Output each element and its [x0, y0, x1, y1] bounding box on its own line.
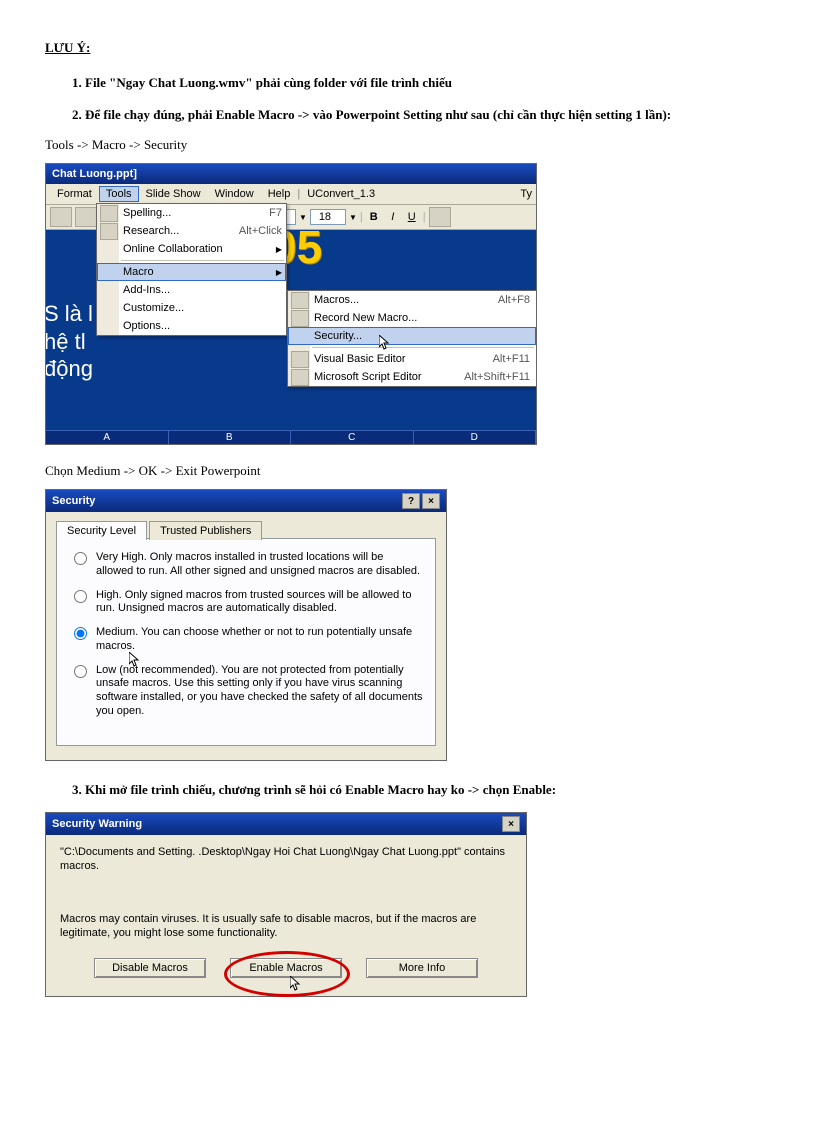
toolbar-ty-label: Ty	[520, 188, 532, 200]
page-heading: LƯU Ý:	[45, 40, 771, 56]
security-titlebar: Security ? ×	[46, 490, 446, 512]
notes-list-2: Khi mở file trình chiếu, chương trình sẽ…	[45, 781, 771, 799]
opt-medium[interactable]: Medium. You can choose whether or not to…	[69, 626, 423, 654]
macro-script-editor[interactable]: Microsoft Script EditorAlt+Shift+F11	[288, 368, 536, 386]
security-pane: Very High. Only macros installed in trus…	[56, 538, 436, 746]
tab-security-level[interactable]: Security Level	[56, 521, 147, 540]
menu-tools[interactable]: Tools	[99, 186, 139, 202]
ppt-titlebar: Chat Luong.ppt]	[46, 164, 536, 184]
opt-very-high[interactable]: Very High. Only macros installed in trus…	[69, 551, 423, 579]
ppt-scale-row: A B C D	[46, 430, 536, 444]
macro-record[interactable]: Record New Macro...	[288, 309, 536, 327]
menu-path-hint: Tools -> Macro -> Security	[45, 137, 771, 153]
scale-cell: D	[414, 431, 537, 444]
close-button[interactable]: ×	[422, 493, 440, 509]
scale-cell: B	[169, 431, 292, 444]
toolbar-icon[interactable]	[75, 207, 97, 227]
opt-high[interactable]: High. Only signed macros from trusted so…	[69, 589, 423, 617]
scale-cell: A	[46, 431, 169, 444]
close-button[interactable]: ×	[502, 816, 520, 832]
opt-low[interactable]: Low (not recommended). You are not prote…	[69, 664, 423, 719]
notes-list: File "Ngay Chat Luong.wmv" phải cùng fol…	[45, 74, 771, 123]
slide-text: S là l	[45, 300, 93, 328]
record-icon	[291, 310, 309, 327]
italic-button[interactable]: I	[385, 211, 401, 223]
macro-security[interactable]: Security...	[288, 327, 536, 345]
warning-path-text: "C:\Documents and Setting. .Desktop\Ngay…	[60, 845, 512, 874]
toolbar-icon[interactable]	[429, 207, 451, 227]
note-2: Để file chạy đúng, phải Enable Macro -> …	[85, 106, 771, 124]
warning-explain-text: Macros may contain viruses. It is usuall…	[60, 912, 512, 941]
script-icon	[291, 369, 309, 386]
tools-macro[interactable]: Macro▶	[97, 263, 286, 281]
bold-button[interactable]: B	[366, 211, 382, 223]
abc-icon	[100, 205, 118, 222]
more-info-button[interactable]: More Info	[366, 958, 478, 978]
research-icon	[100, 223, 118, 240]
toolbar-icon[interactable]	[50, 207, 72, 227]
menu-help[interactable]: Help	[261, 186, 298, 202]
tools-online-collab[interactable]: Online Collaboration▶	[97, 240, 286, 258]
note-1: File "Ngay Chat Luong.wmv" phải cùng fol…	[85, 74, 771, 92]
disable-macros-button[interactable]: Disable Macros	[94, 958, 206, 978]
tools-dropdown: Spelling...F7 Research...Alt+Click Onlin…	[96, 203, 287, 336]
menu-uconvert[interactable]: UConvert_1.3	[300, 186, 382, 202]
tab-trusted-publishers[interactable]: Trusted Publishers	[149, 521, 262, 540]
play-icon	[291, 292, 309, 309]
macro-macros[interactable]: Macros...Alt+F8	[288, 291, 536, 309]
tools-addins[interactable]: Add-Ins...	[97, 281, 286, 299]
tools-spelling[interactable]: Spelling...F7	[97, 204, 286, 222]
slide-text: hệ tl	[45, 328, 93, 356]
macro-submenu: Macros...Alt+F8 Record New Macro... Secu…	[287, 290, 537, 387]
enable-macros-button[interactable]: Enable Macros	[230, 958, 342, 978]
security-dialog: Security ? × Security Level Trusted Publ…	[45, 489, 447, 761]
warning-titlebar: Security Warning ×	[46, 813, 526, 835]
macro-vbe[interactable]: Visual Basic EditorAlt+F11	[288, 350, 536, 368]
note-3: Khi mở file trình chiếu, chương trình sẽ…	[85, 781, 771, 799]
tools-options[interactable]: Options...	[97, 317, 286, 335]
slide-text: động	[45, 355, 93, 383]
vb-icon	[291, 351, 309, 368]
ppt-menubar: Format Tools Slide Show Window Help | UC…	[46, 184, 536, 205]
tools-customize[interactable]: Customize...	[97, 299, 286, 317]
help-button[interactable]: ?	[402, 493, 420, 509]
tools-research[interactable]: Research...Alt+Click	[97, 222, 286, 240]
menu-window[interactable]: Window	[208, 186, 261, 202]
powerpoint-screenshot: Chat Luong.ppt] Format Tools Slide Show …	[45, 163, 537, 445]
menu-slideshow[interactable]: Slide Show	[139, 186, 208, 202]
after-shot1-text: Chọn Medium -> OK -> Exit Powerpoint	[45, 463, 771, 479]
security-warning-dialog: Security Warning × "C:\Documents and Set…	[45, 812, 527, 997]
scale-cell: C	[291, 431, 414, 444]
menu-format[interactable]: Format	[50, 186, 99, 202]
underline-button[interactable]: U	[404, 211, 420, 223]
